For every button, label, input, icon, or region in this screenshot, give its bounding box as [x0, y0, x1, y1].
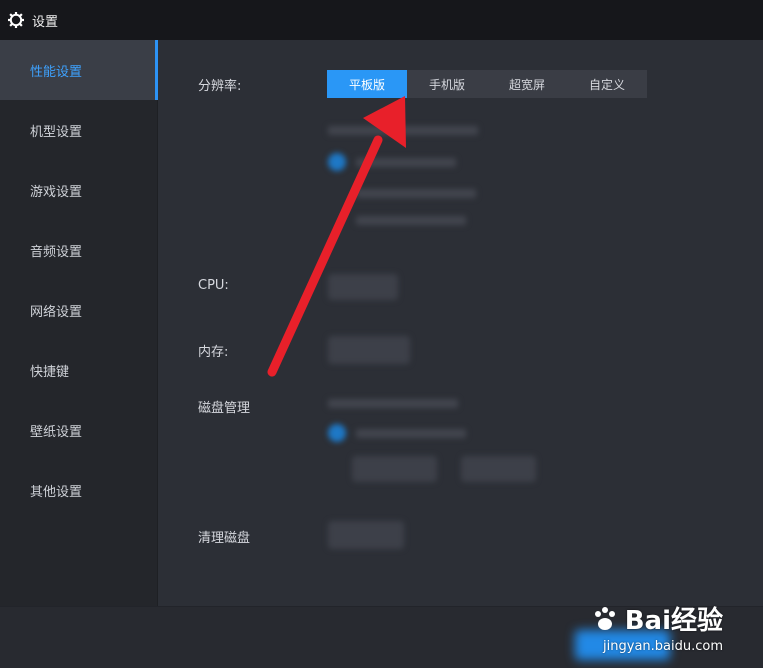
sidebar-item-other[interactable]: 其他设置: [0, 460, 157, 520]
resolution-segmented-control: 平板版 手机版 超宽屏 自定义: [327, 70, 647, 98]
resolution-option-ultrawide[interactable]: 超宽屏: [487, 70, 567, 98]
resolution-option-custom[interactable]: 自定义: [567, 70, 647, 98]
sidebar-item-label: 机型设置: [30, 124, 83, 140]
cpu-label: CPU:: [198, 278, 229, 293]
sidebar-item-label: 快捷键: [30, 364, 70, 380]
baidu-paw-icon: [591, 605, 619, 633]
clean-disk-label: 清理磁盘: [198, 531, 251, 546]
sidebar-item-label: 壁纸设置: [30, 424, 83, 440]
sidebar-item-label: 音频设置: [30, 244, 83, 260]
resolution-option-tablet[interactable]: 平板版: [327, 70, 407, 98]
settings-content: 分辨率: 平板版 手机版 超宽屏 自定义 CPU: 内存: 磁盘管理 清理磁盘: [158, 40, 763, 606]
watermark-url: jingyan.baidu.com: [603, 639, 723, 654]
sidebar-item-shortcuts[interactable]: 快捷键: [0, 340, 157, 400]
sidebar-item-label: 网络设置: [30, 304, 83, 320]
resolution-option-phone[interactable]: 手机版: [407, 70, 487, 98]
sidebar-item-network[interactable]: 网络设置: [0, 280, 157, 340]
sidebar-item-performance[interactable]: 性能设置: [0, 40, 158, 100]
sidebar-item-label: 游戏设置: [30, 184, 83, 200]
watermark: Bai经验 jingyan.baidu.com: [591, 600, 723, 654]
settings-window: 设置 性能设置 机型设置 游戏设置 音频设置 网络设置 快捷键 壁纸设置 其他设…: [0, 0, 763, 668]
cpu-select-blurred[interactable]: [328, 274, 398, 300]
sidebar-item-device-model[interactable]: 机型设置: [0, 100, 157, 160]
disk-management-label: 磁盘管理: [198, 401, 251, 416]
memory-select-blurred[interactable]: [328, 336, 410, 364]
sidebar-item-label: 其他设置: [30, 484, 83, 500]
title-bar: 设置: [0, 0, 763, 40]
watermark-brand: Bai经验: [591, 600, 723, 637]
gear-icon: [8, 12, 24, 28]
clean-disk-button-blurred[interactable]: [328, 521, 404, 549]
sidebar-item-label: 性能设置: [30, 64, 83, 80]
sidebar-item-game[interactable]: 游戏设置: [0, 160, 157, 220]
disk-management-options-blurred: [328, 395, 548, 495]
sidebar: 性能设置 机型设置 游戏设置 音频设置 网络设置 快捷键 壁纸设置 其他设置: [0, 40, 158, 606]
resolution-label: 分辨率:: [198, 79, 242, 94]
window-title: 设置: [32, 14, 59, 30]
memory-label: 内存:: [198, 345, 229, 360]
resolution-suboptions-blurred: [328, 120, 488, 230]
sidebar-item-wallpaper[interactable]: 壁纸设置: [0, 400, 157, 460]
sidebar-item-audio[interactable]: 音频设置: [0, 220, 157, 280]
